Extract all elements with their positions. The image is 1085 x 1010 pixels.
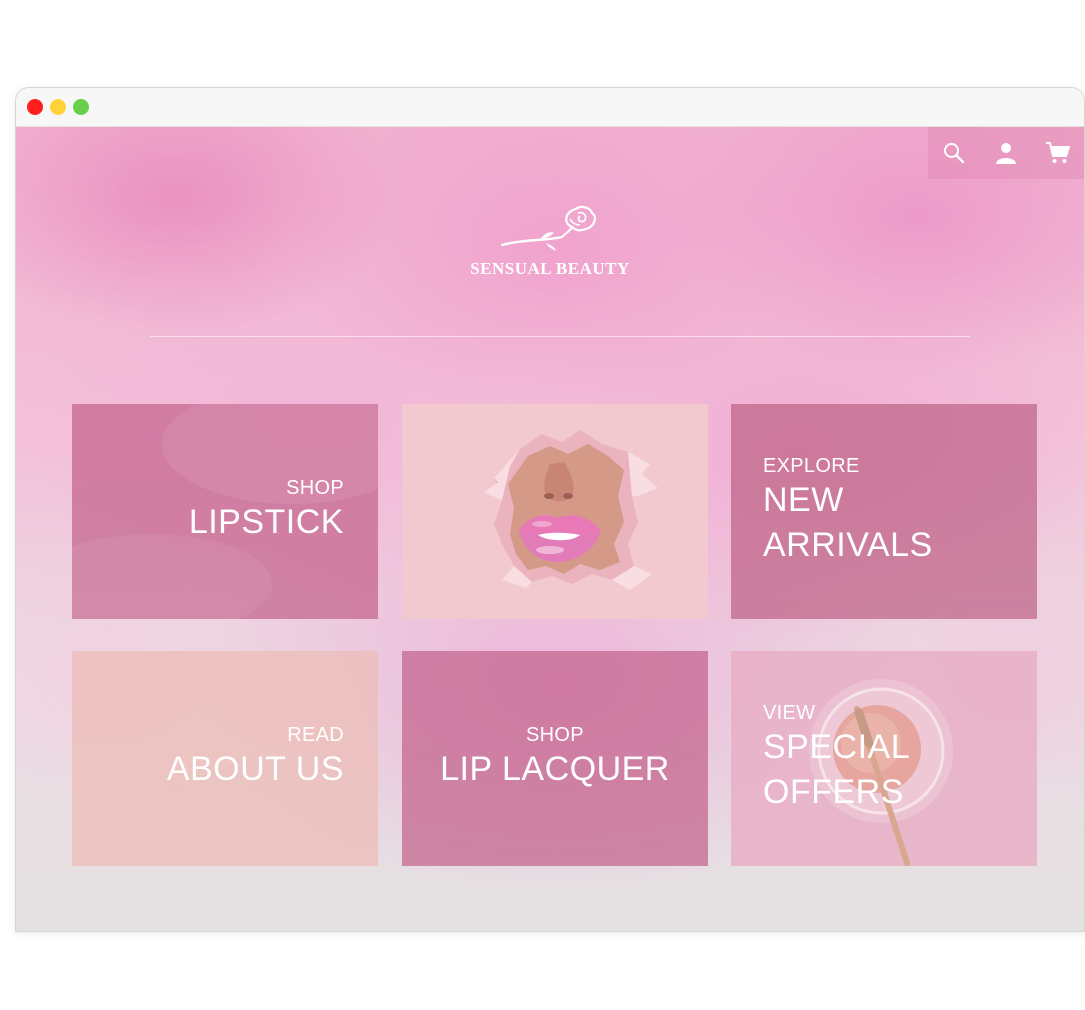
maximize-window-button[interactable]: [73, 99, 89, 115]
search-icon[interactable]: [941, 140, 967, 166]
lips-photo-tile[interactable]: [402, 404, 708, 619]
header-divider: [150, 336, 970, 337]
rose-icon: [500, 205, 596, 251]
read-about-us-tile[interactable]: READ ABOUT US: [72, 651, 378, 866]
tile-title-line-1: NEW: [763, 481, 844, 519]
browser-window: SENSUAL BEAUTY SHOP LIPSTICK EXPLORE NEW…: [15, 87, 1085, 932]
close-window-button[interactable]: [27, 99, 43, 115]
minimize-window-button[interactable]: [50, 99, 66, 115]
tile-title-line-2: OFFERS: [763, 773, 904, 811]
brand-name: SENSUAL BEAUTY: [470, 259, 630, 278]
shop-lip-lacquer-tile[interactable]: SHOP LIP LACQUER: [402, 651, 708, 866]
user-icon[interactable]: [993, 140, 1019, 166]
tile-eyebrow: SHOP: [286, 477, 344, 499]
tile-title: ABOUT US: [166, 750, 344, 788]
window-titlebar: [16, 88, 1084, 127]
tile-eyebrow: EXPLORE: [763, 455, 860, 477]
brand-logo[interactable]: SENSUAL BEAUTY: [16, 205, 1084, 279]
tile-title: LIPSTICK: [188, 503, 344, 541]
tile-title-line-1: SPECIAL: [763, 728, 911, 766]
explore-new-arrivals-tile[interactable]: EXPLORE NEW ARRIVALS: [731, 404, 1037, 619]
tile-eyebrow: VIEW: [763, 702, 816, 724]
view-special-offers-tile[interactable]: VIEW SPECIAL OFFERS: [731, 651, 1037, 866]
tile-eyebrow: SHOP: [526, 724, 584, 746]
tile-title: LIP LACQUER: [440, 750, 670, 788]
shop-lipstick-tile[interactable]: SHOP LIPSTICK: [72, 404, 378, 619]
header-icon-bar: [928, 127, 1084, 179]
cart-icon[interactable]: [1045, 140, 1071, 166]
tile-title-line-2: ARRIVALS: [763, 526, 933, 564]
torn-paper-lips-image: [402, 404, 708, 619]
tile-eyebrow: READ: [287, 724, 344, 746]
page-hero: SENSUAL BEAUTY SHOP LIPSTICK EXPLORE NEW…: [16, 127, 1084, 931]
